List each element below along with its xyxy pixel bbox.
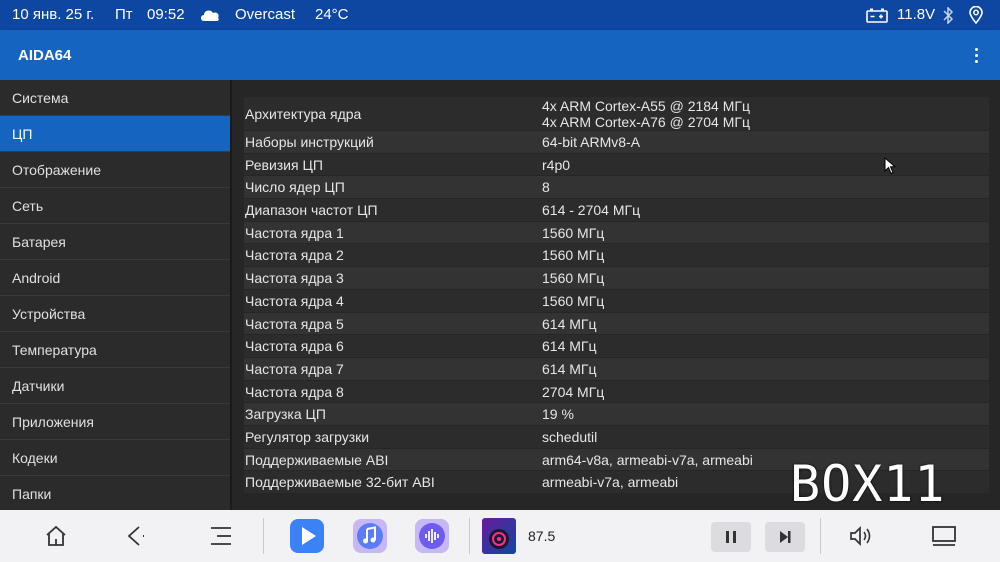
row-label: Наборы инструкций bbox=[245, 134, 374, 150]
table-row: Частота ядра 6 614 МГц bbox=[244, 335, 989, 358]
table-row: Частота ядра 1 1560 МГц bbox=[244, 221, 989, 245]
radio-cover-icon[interactable] bbox=[482, 518, 516, 554]
status-weekday: Пт bbox=[115, 6, 133, 23]
sidebar-item-system[interactable]: Система bbox=[0, 80, 230, 116]
table-row: Число ядер ЦП 8 bbox=[244, 176, 989, 200]
divider bbox=[263, 518, 264, 554]
status-voltage: 11.8V bbox=[897, 6, 936, 23]
app-title: AIDA64 bbox=[18, 47, 72, 64]
table-row: Загрузка ЦП 19 % bbox=[244, 403, 989, 426]
menu-icon[interactable] bbox=[208, 524, 234, 553]
row-label: Поддерживаемые 32-бит ABI bbox=[245, 474, 435, 491]
video-player-icon[interactable] bbox=[290, 519, 324, 553]
row-value: 64-bit ARMv8-A bbox=[542, 134, 641, 150]
row-label: Регулятор загрузки bbox=[245, 428, 370, 445]
row-label: Частота ядра 6 bbox=[245, 338, 344, 355]
more-vert-icon[interactable] bbox=[966, 44, 986, 66]
table-row: Частота ядра 4 1560 МГц bbox=[244, 289, 989, 313]
next-track-icon bbox=[780, 531, 791, 543]
sidebar-item-android[interactable]: Android bbox=[0, 260, 230, 296]
sidebar-item-network[interactable]: Сеть bbox=[0, 188, 230, 224]
row-label: Диапазон частот ЦП bbox=[245, 202, 378, 219]
row-value-line: 4x ARM Cortex-A55 @ 2184 МГц bbox=[542, 98, 750, 114]
row-value: 1560 МГц bbox=[542, 292, 605, 309]
table-row: Диапазон частот ЦП 614 - 2704 МГц bbox=[244, 199, 989, 222]
music-app-icon[interactable] bbox=[353, 519, 387, 553]
row-value: 614 - 2704 МГц bbox=[542, 202, 641, 219]
sidebar-item-codecs[interactable]: Кодеки bbox=[0, 440, 230, 476]
row-label: Частота ядра 4 bbox=[245, 292, 344, 309]
row-value-line: 4x ARM Cortex-A76 @ 2704 МГц bbox=[542, 114, 750, 130]
table-row: Частота ядра 3 1560 МГц bbox=[244, 267, 989, 290]
table-row: Частота ядра 2 1560 МГц bbox=[244, 244, 989, 268]
row-value: 19 % bbox=[542, 406, 574, 423]
sidebar-item-folders[interactable]: Папки bbox=[0, 476, 230, 510]
bluetooth-icon bbox=[942, 6, 954, 28]
pause-icon bbox=[726, 531, 736, 543]
row-value: r4p0 bbox=[542, 156, 571, 173]
screen-icon[interactable] bbox=[930, 524, 958, 553]
status-weather: Overcast bbox=[235, 6, 296, 23]
row-value: schedutil bbox=[542, 428, 598, 445]
row-value: 614 МГц bbox=[542, 338, 597, 355]
next-track-button[interactable] bbox=[765, 522, 805, 552]
sidebar-item-cpu[interactable]: ЦП bbox=[0, 116, 230, 152]
home-icon[interactable] bbox=[44, 524, 68, 553]
status-temperature: 24°C bbox=[315, 6, 349, 23]
divider bbox=[820, 518, 821, 554]
radio-frequency: 87.5 bbox=[528, 528, 556, 544]
sidebar-item-sensors[interactable]: Датчики bbox=[0, 368, 230, 404]
status-time: 09:52 bbox=[147, 6, 185, 23]
row-value: 4x ARM Cortex-A55 @ 2184 МГц 4x ARM Cort… bbox=[542, 97, 989, 130]
sidebar-item-devices[interactable]: Устройства bbox=[0, 296, 230, 332]
watermark-logo: BOX11 bbox=[790, 455, 946, 513]
row-value: 1560 МГц bbox=[542, 270, 605, 287]
table-row: Регулятор загрузки schedutil bbox=[244, 425, 989, 449]
sidebar-item-apps[interactable]: Приложения bbox=[0, 404, 230, 440]
row-label: Поддерживаемые ABI bbox=[245, 451, 389, 468]
row-value: 614 МГц bbox=[542, 360, 597, 377]
app-bar: AIDA64 bbox=[0, 30, 1000, 80]
table-row: Наборы инструкций 64-bit ARMv8-A bbox=[244, 131, 989, 154]
table-row: Частота ядра 5 614 МГц bbox=[244, 312, 989, 336]
divider bbox=[469, 518, 470, 554]
status-bar: 10 янв. 25 г. Пт 09:52 Overcast 24°C 11.… bbox=[0, 0, 1000, 30]
back-icon[interactable] bbox=[124, 524, 148, 553]
sidebar-item-battery[interactable]: Батарея bbox=[0, 224, 230, 260]
bottom-navigation-bar: 87.5 bbox=[0, 510, 1000, 562]
sidebar-item-display[interactable]: Отображение bbox=[0, 152, 230, 188]
row-label: Частота ядра 8 bbox=[245, 383, 344, 400]
status-date: 10 янв. 25 г. bbox=[12, 6, 95, 23]
row-label: Архитектура ядра bbox=[245, 106, 362, 122]
row-label: Частота ядра 2 bbox=[245, 247, 344, 264]
row-value: 8 bbox=[542, 179, 550, 196]
row-value: 1560 МГц bbox=[542, 247, 605, 264]
row-label: Ревизия ЦП bbox=[245, 156, 323, 173]
row-label: Частота ядра 3 bbox=[245, 270, 344, 287]
location-icon bbox=[969, 5, 983, 28]
row-value: 614 МГц bbox=[542, 315, 597, 332]
volume-icon[interactable] bbox=[848, 524, 876, 553]
sidebar-item-temperature[interactable]: Температура bbox=[0, 332, 230, 368]
voice-app-icon[interactable] bbox=[415, 519, 449, 553]
cpu-details-panel[interactable]: Архитектура ядра 4x ARM Cortex-A55 @ 218… bbox=[230, 80, 1000, 510]
row-label: Загрузка ЦП bbox=[245, 406, 326, 423]
table-row: Архитектура ядра 4x ARM Cortex-A55 @ 218… bbox=[244, 97, 989, 131]
row-label: Частота ядра 7 bbox=[245, 360, 344, 377]
row-label: Число ядер ЦП bbox=[245, 179, 345, 196]
table-row: Частота ядра 8 2704 МГц bbox=[244, 380, 989, 404]
table-row: Ревизия ЦП r4p0 bbox=[244, 153, 989, 177]
row-label: Частота ядра 5 bbox=[245, 315, 344, 332]
row-label: Частота ядра 1 bbox=[245, 224, 344, 241]
cpu-info-table: Архитектура ядра 4x ARM Cortex-A55 @ 218… bbox=[244, 97, 989, 494]
table-row: Частота ядра 7 614 МГц bbox=[244, 357, 989, 381]
row-value: 1560 МГц bbox=[542, 224, 605, 241]
battery-icon bbox=[866, 8, 888, 27]
sidebar: Система ЦП Отображение Сеть Батарея Andr… bbox=[0, 80, 230, 510]
cloud-icon bbox=[199, 8, 221, 26]
pause-button[interactable] bbox=[711, 522, 751, 552]
row-value: 2704 МГц bbox=[542, 383, 605, 400]
